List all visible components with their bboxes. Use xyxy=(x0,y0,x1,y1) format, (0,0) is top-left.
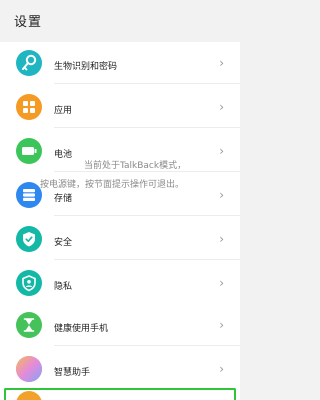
divider xyxy=(54,345,240,346)
privacy-shield-icon xyxy=(16,270,42,296)
settings-item-label: 健康使用手机 xyxy=(54,324,109,334)
chevron-right-icon: › xyxy=(219,188,224,202)
header: 设置 xyxy=(0,0,240,40)
chevron-right-icon: › xyxy=(219,276,224,290)
settings-item-digital-balance[interactable]: 健康使用手机 › xyxy=(0,304,240,346)
talkback-notice-line-2: 按电源键，按节面提示操作可退出。 xyxy=(40,180,185,190)
talkback-focus-indicator[interactable] xyxy=(4,388,236,400)
settings-item-label: 安全 xyxy=(54,238,73,248)
chevron-right-icon: › xyxy=(219,144,224,158)
settings-page: 设置 生物识别和密码 › 应用 › 电池 › 存储 › 安全 › 隐私 › 健康… xyxy=(0,0,240,400)
settings-item-label: 智慧助手 xyxy=(54,368,91,378)
settings-item-label: 存储 xyxy=(54,194,73,204)
settings-item-label: 电池 xyxy=(54,150,73,160)
chevron-right-icon: › xyxy=(219,100,224,114)
settings-item-apps[interactable]: 应用 › xyxy=(0,86,240,128)
chevron-right-icon: › xyxy=(219,56,224,70)
chevron-right-icon: › xyxy=(219,362,224,376)
shield-check-icon xyxy=(16,226,42,252)
settings-item-smart-assistant[interactable]: 智慧助手 › xyxy=(0,348,240,390)
storage-icon xyxy=(16,182,42,208)
settings-item-label: 应用 xyxy=(54,106,73,116)
key-icon xyxy=(16,50,42,76)
divider xyxy=(54,215,240,216)
chevron-right-icon: › xyxy=(219,318,224,332)
divider xyxy=(54,127,240,128)
apps-grid-icon xyxy=(16,94,42,120)
chevron-right-icon: › xyxy=(219,232,224,246)
divider xyxy=(54,83,240,84)
divider xyxy=(54,171,240,172)
settings-item-label: 隐私 xyxy=(54,282,73,292)
divider xyxy=(54,259,240,260)
battery-icon xyxy=(16,138,42,164)
settings-group-2: 健康使用手机 › 智慧助手 › xyxy=(0,296,240,400)
talkback-notice-line-1: 当前处于TalkBack模式， xyxy=(84,161,187,171)
smart-assistant-icon xyxy=(16,356,42,382)
page-title: 设置 xyxy=(14,15,43,30)
settings-item-security[interactable]: 安全 › xyxy=(0,218,240,260)
hourglass-icon xyxy=(16,312,42,338)
settings-item-biometrics[interactable]: 生物识别和密码 › xyxy=(0,42,240,84)
settings-item-label: 生物识别和密码 xyxy=(54,62,118,72)
